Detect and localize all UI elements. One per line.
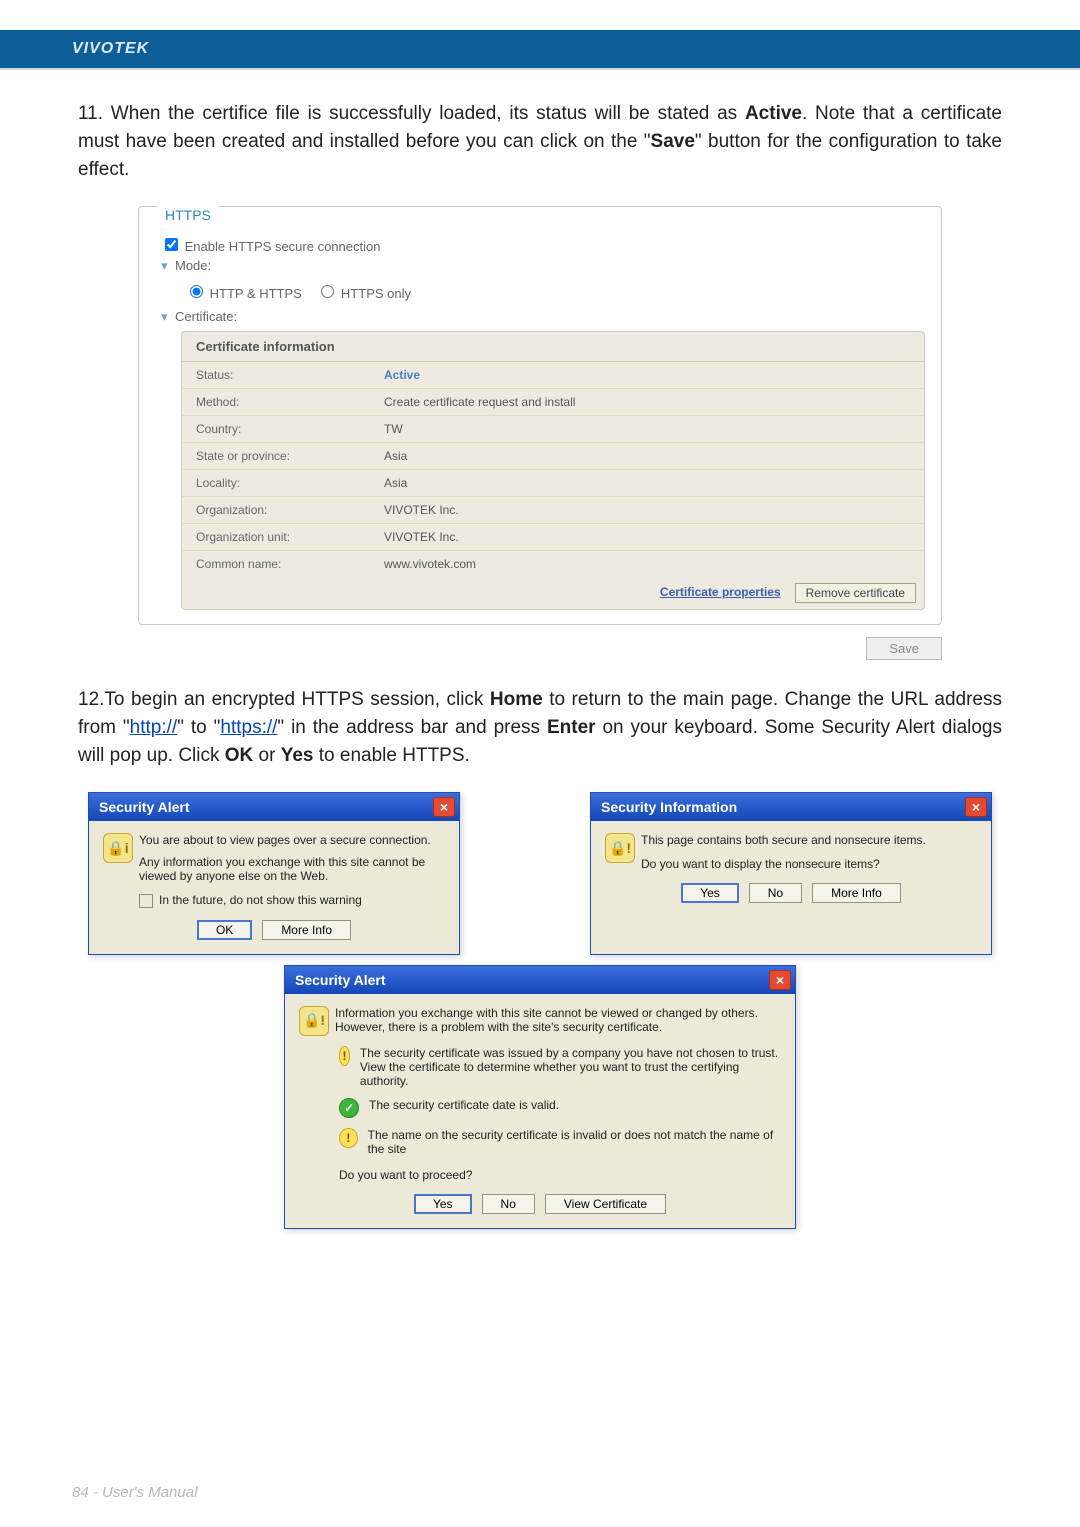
- warning-icon: !: [339, 1128, 358, 1148]
- table-row: Method:Create certificate request and in…: [182, 389, 924, 416]
- more-info-button[interactable]: More Info: [812, 883, 901, 903]
- lock-info-icon: 🔒i: [103, 833, 133, 863]
- table-row: Organization unit:VIVOTEK Inc.: [182, 524, 924, 551]
- table-row: Status:Active: [182, 362, 924, 389]
- warning-icon: !: [339, 1046, 350, 1066]
- view-certificate-button[interactable]: View Certificate: [545, 1194, 666, 1214]
- remove-certificate-button[interactable]: Remove certificate: [795, 583, 916, 603]
- security-information-dialog: Security Information × 🔒! This page cont…: [590, 792, 992, 955]
- cert-field-value: Create certificate request and install: [370, 389, 924, 415]
- page-footer: 84 - User's Manual: [72, 1484, 197, 1501]
- table-row: Country:TW: [182, 416, 924, 443]
- cert-name-line: The name on the security certificate is …: [368, 1128, 781, 1156]
- certificate-table-header: Certificate information: [182, 332, 924, 362]
- no-button[interactable]: No: [482, 1194, 535, 1214]
- cert-field-value: Active: [370, 362, 924, 388]
- cert-field-value: www.vivotek.com: [370, 551, 924, 577]
- cert-field-label: Status:: [182, 362, 370, 388]
- mode-label: Mode:: [175, 258, 211, 273]
- ok-button[interactable]: OK: [197, 920, 252, 940]
- cert-field-label: Method:: [182, 389, 370, 415]
- certificate-properties-link[interactable]: Certificate properties: [652, 583, 789, 603]
- table-row: Locality:Asia: [182, 470, 924, 497]
- close-icon[interactable]: ×: [769, 970, 791, 990]
- cert-field-label: Common name:: [182, 551, 370, 577]
- dialog-title: Security Information: [601, 799, 737, 815]
- http-link[interactable]: http://: [130, 717, 178, 738]
- cert-field-value: VIVOTEK Inc.: [370, 497, 924, 523]
- dialog-message: Any information you exchange with this s…: [139, 855, 445, 883]
- dialog-title: Security Alert: [295, 972, 386, 988]
- https-link[interactable]: https://: [220, 717, 277, 738]
- enable-https-row[interactable]: Enable HTTPS secure connection: [161, 235, 925, 254]
- enable-https-label: Enable HTTPS secure connection: [185, 239, 381, 254]
- step-12-text: 12.To begin an encrypted HTTPS session, …: [78, 686, 1002, 770]
- cert-issue-line: The security certificate was issued by a…: [360, 1046, 781, 1088]
- enable-https-checkbox[interactable]: [165, 238, 178, 251]
- lock-warning-icon: 🔒!: [299, 1006, 329, 1036]
- cert-field-label: Organization:: [182, 497, 370, 523]
- close-icon[interactable]: ×: [433, 797, 455, 817]
- table-row: State or province:Asia: [182, 443, 924, 470]
- mode-https-only[interactable]: HTTPS only: [316, 286, 411, 301]
- cert-field-value: TW: [370, 416, 924, 442]
- yes-button[interactable]: Yes: [681, 883, 739, 903]
- https-legend: HTTPS: [157, 205, 219, 225]
- no-button[interactable]: No: [749, 883, 802, 903]
- cert-field-value: VIVOTEK Inc.: [370, 524, 924, 550]
- cert-field-label: Country:: [182, 416, 370, 442]
- more-info-button[interactable]: More Info: [262, 920, 351, 940]
- cert-field-value: Asia: [370, 470, 924, 496]
- yes-button[interactable]: Yes: [414, 1194, 472, 1214]
- cert-field-label: State or province:: [182, 443, 370, 469]
- cert-field-value: Asia: [370, 443, 924, 469]
- mode-http-https[interactable]: HTTP & HTTPS: [185, 286, 302, 301]
- dialog-intro: Information you exchange with this site …: [335, 1006, 781, 1036]
- cert-field-label: Locality:: [182, 470, 370, 496]
- chevron-down-icon[interactable]: ▾: [161, 309, 175, 325]
- chevron-down-icon[interactable]: ▾: [161, 258, 175, 274]
- brand-header: VIVOTEK: [0, 30, 1080, 68]
- table-row: Common name:www.vivotek.com: [182, 551, 924, 577]
- https-panel: HTTPS Enable HTTPS secure connection ▾Mo…: [138, 206, 942, 625]
- divider: [0, 68, 1080, 70]
- close-icon[interactable]: ×: [965, 797, 987, 817]
- dialog-title: Security Alert: [99, 799, 190, 815]
- dialog-message: This page contains both secure and nonse…: [641, 833, 926, 847]
- cert-field-label: Organization unit:: [182, 524, 370, 550]
- certificate-label: Certificate:: [175, 309, 237, 324]
- certificate-table: Certificate information Status:ActiveMet…: [181, 331, 925, 610]
- save-button[interactable]: Save: [866, 637, 942, 660]
- dialog-message: Do you want to display the nonsecure ite…: [641, 857, 926, 871]
- cert-valid-line: The security certificate date is valid.: [369, 1098, 559, 1112]
- do-not-show-checkbox[interactable]: In the future, do not show this warning: [139, 893, 445, 908]
- step-11-text: 11. When the certifice file is successfu…: [78, 100, 1002, 184]
- proceed-question: Do you want to proceed?: [339, 1168, 781, 1182]
- check-icon: ✓: [339, 1098, 359, 1118]
- table-row: Organization:VIVOTEK Inc.: [182, 497, 924, 524]
- lock-warning-icon: 🔒!: [605, 833, 635, 863]
- dialog-message: You are about to view pages over a secur…: [139, 833, 445, 847]
- security-alert-dialog-1: Security Alert × 🔒i You are about to vie…: [88, 792, 460, 955]
- security-alert-dialog-2: Security Alert × 🔒! Information you exch…: [284, 965, 796, 1229]
